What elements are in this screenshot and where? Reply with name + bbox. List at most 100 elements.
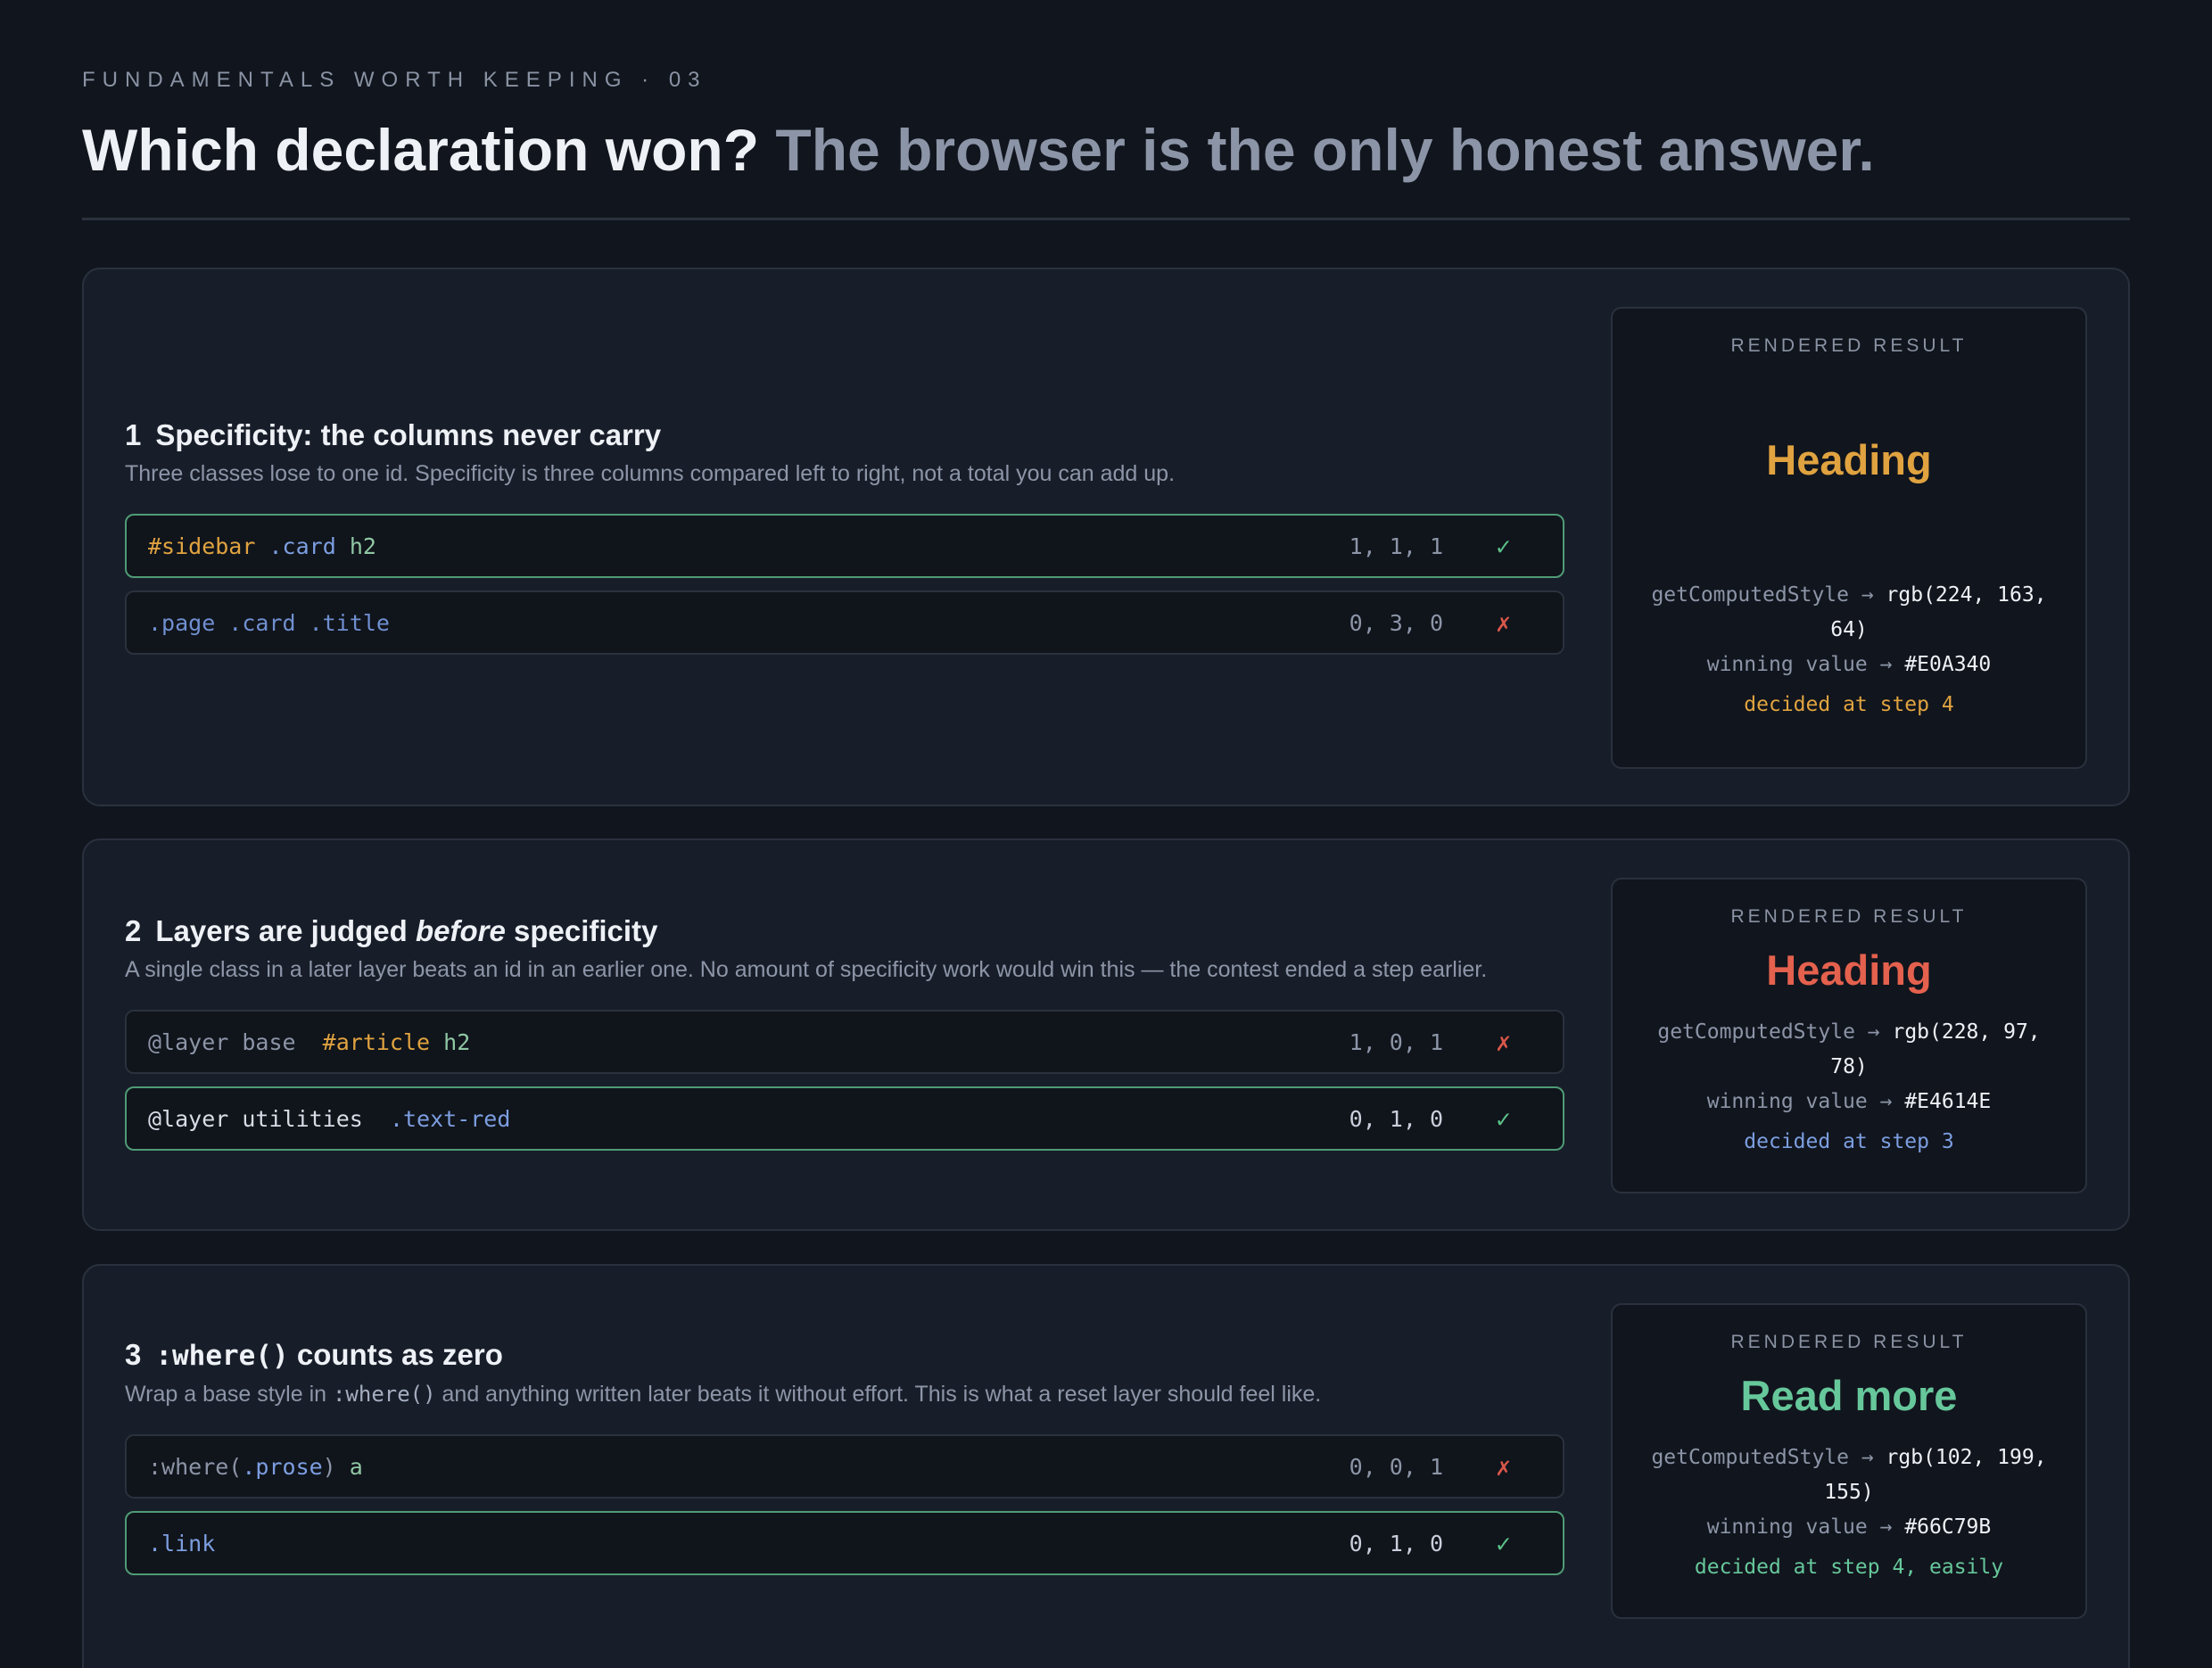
- computed-style-line: getComputedStyle → rgb(228, 97, 78): [1613, 1015, 2085, 1085]
- result-heading: Read more: [1740, 1372, 1958, 1419]
- rule-list: #sidebar .card h2 1, 1, 1 ✓ .page .card …: [125, 514, 1564, 655]
- rule-list: @layer base #article h2 1, 0, 1 ✗ @layer…: [125, 1010, 1564, 1151]
- check-icon: ✓: [1496, 1528, 1511, 1558]
- selector-space: [430, 1029, 443, 1055]
- computed-style-label: getComputedStyle →: [1651, 583, 1874, 607]
- winning-value-line: winning value → #E4614E: [1613, 1085, 2085, 1119]
- rule-row-loser[interactable]: :where(.prose) a 0, 0, 1 ✗: [125, 1434, 1564, 1499]
- rule-row-loser[interactable]: .page .card .title 0, 3, 0 ✗: [125, 590, 1564, 655]
- selector: :where(.prose) a: [148, 1454, 363, 1480]
- section-where: 3 :where() counts as zero Wrap a base sty…: [82, 1264, 2130, 1668]
- section-description: Wrap a base style in :where() and anythi…: [125, 1379, 1564, 1409]
- winning-value-label: winning value →: [1706, 653, 1893, 676]
- selector-element-token: h2: [443, 1028, 471, 1055]
- section-title-code: :where(): [155, 1340, 289, 1372]
- check-icon: ✓: [1496, 531, 1511, 561]
- result-heading: Heading: [1766, 946, 1932, 994]
- rule-row-winner[interactable]: #sidebar .card h2 1, 1, 1 ✓: [125, 514, 1564, 578]
- specificity-value: 1, 0, 1: [1349, 1028, 1443, 1055]
- rendered-result-panel: RENDERED RESULT Heading getComputedStyle…: [1611, 307, 2087, 769]
- specificity-value: 0, 3, 0: [1349, 609, 1443, 636]
- description-pre: Wrap a base style in: [125, 1382, 333, 1407]
- selector-layer-token: @layer base: [148, 1028, 323, 1055]
- description-code: :where(): [332, 1382, 436, 1407]
- specificity-value: 0, 1, 0: [1349, 1530, 1443, 1557]
- winning-value-line: winning value → #E0A340: [1613, 648, 2085, 682]
- specificity-value: 0, 1, 0: [1349, 1105, 1443, 1132]
- result-label: RENDERED RESULT: [1730, 335, 1968, 356]
- decided-step: decided at step 3: [1744, 1130, 1954, 1153]
- result-heading: Heading: [1766, 436, 1932, 483]
- computed-style-line: getComputedStyle → rgb(224, 163, 64): [1613, 578, 2085, 648]
- selector-layer-token: @layer utilities: [148, 1105, 390, 1132]
- cross-icon: ✗: [1496, 1451, 1511, 1482]
- winning-value-label: winning value →: [1706, 1515, 1893, 1539]
- decided-step: decided at step 4, easily: [1694, 1556, 2004, 1579]
- check-icon: ✓: [1496, 1103, 1511, 1134]
- section-title-text: Specificity: the columns never carry: [155, 418, 662, 451]
- rule-row-winner[interactable]: @layer utilities .text-red 0, 1, 0 ✓: [125, 1086, 1564, 1151]
- computed-style-label: getComputedStyle →: [1657, 1020, 1880, 1044]
- winning-value-line: winning value → #66C79B: [1613, 1510, 2085, 1545]
- result-label: RENDERED RESULT: [1730, 906, 1968, 927]
- section-number: 1: [125, 418, 142, 451]
- winning-value-label: winning value →: [1706, 1090, 1893, 1113]
- result-label: RENDERED RESULT: [1730, 1332, 1968, 1352]
- section-content: 2 Layers are judged before specificity A …: [125, 913, 1564, 1151]
- eyebrow: FUNDAMENTALS WORTH KEEPING · 03: [82, 68, 707, 92]
- selector-element-token: a: [349, 1453, 363, 1480]
- rendered-result-panel: RENDERED RESULT Read more getComputedSty…: [1611, 1303, 2087, 1619]
- selector-space: [336, 1454, 350, 1480]
- specificity-value: 0, 0, 1: [1349, 1453, 1443, 1480]
- winning-value: #E0A340: [1904, 653, 1992, 676]
- section-specificity: 1 Specificity: the columns never carry Th…: [82, 268, 2130, 806]
- rule-list: :where(.prose) a 0, 0, 1 ✗ .link 0, 1, 0…: [125, 1434, 1564, 1575]
- selector-space: [255, 533, 268, 559]
- page-title-soft: The browser is the only honest answer.: [775, 117, 1875, 183]
- selector-class-token: .prose: [242, 1453, 323, 1480]
- selector: .link: [148, 1530, 216, 1557]
- selector-pseudo-close: ): [322, 1453, 336, 1480]
- section-number: 2: [125, 914, 142, 947]
- selector: @layer base #article h2: [148, 1029, 470, 1055]
- section-content: 1 Specificity: the columns never carry Th…: [125, 417, 1564, 655]
- cross-icon: ✗: [1496, 1027, 1511, 1057]
- rendered-result-panel: RENDERED RESULT Heading getComputedStyle…: [1611, 878, 2087, 1193]
- rule-row-winner[interactable]: .link 0, 1, 0 ✓: [125, 1511, 1564, 1575]
- section-description: A single class in a later layer beats an…: [125, 957, 1488, 982]
- selector: #sidebar .card h2: [148, 533, 376, 559]
- section-title: 1 Specificity: the columns never carry: [125, 417, 1564, 453]
- section-title-emphasis: before: [415, 914, 506, 947]
- selector-id-token: #article: [322, 1028, 431, 1055]
- page-title: Which declaration won? The browser is th…: [82, 114, 1875, 186]
- section-content: 3 :where() counts as zero Wrap a base sty…: [125, 1337, 1564, 1575]
- rule-row-loser[interactable]: @layer base #article h2 1, 0, 1 ✗: [125, 1010, 1564, 1074]
- selector-element-token: h2: [349, 533, 376, 559]
- section-title-post: specificity: [505, 914, 658, 947]
- selector-class-token: .text-red: [389, 1105, 511, 1132]
- section-title: 2 Layers are judged before specificity: [125, 913, 1564, 949]
- decided-step: decided at step 4: [1744, 693, 1954, 716]
- selector-class-token: .card: [268, 533, 336, 559]
- section-layers: 2 Layers are judged before specificity A …: [82, 838, 2130, 1231]
- section-number: 3: [125, 1338, 142, 1371]
- selector-pseudo-token: :where(: [148, 1453, 243, 1480]
- selector-space: [336, 533, 350, 559]
- section-title-post: counts as zero: [288, 1338, 503, 1371]
- computed-style-label: getComputedStyle →: [1651, 1446, 1874, 1469]
- cross-icon: ✗: [1496, 607, 1511, 638]
- selector: .page .card .title: [148, 609, 390, 636]
- specificity-value: 1, 1, 1: [1349, 533, 1443, 559]
- section-description: Three classes lose to one id. Specificit…: [125, 461, 1176, 486]
- page: FUNDAMENTALS WORTH KEEPING · 03 Which de…: [0, 0, 2212, 1668]
- section-title: 3 :where() counts as zero: [125, 1337, 1564, 1374]
- page-title-strong: Which declaration won?: [82, 117, 760, 183]
- section-title-pre: Layers are judged: [155, 914, 416, 947]
- selector: @layer utilities .text-red: [148, 1106, 510, 1132]
- winning-value: #66C79B: [1904, 1515, 1992, 1539]
- description-post: and anything written later beats it with…: [435, 1382, 1322, 1407]
- winning-value: #E4614E: [1904, 1090, 1992, 1113]
- header-divider: [82, 218, 2130, 220]
- selector-id-token: #sidebar: [148, 533, 256, 559]
- computed-style-line: getComputedStyle → rgb(102, 199, 155): [1613, 1441, 2085, 1510]
